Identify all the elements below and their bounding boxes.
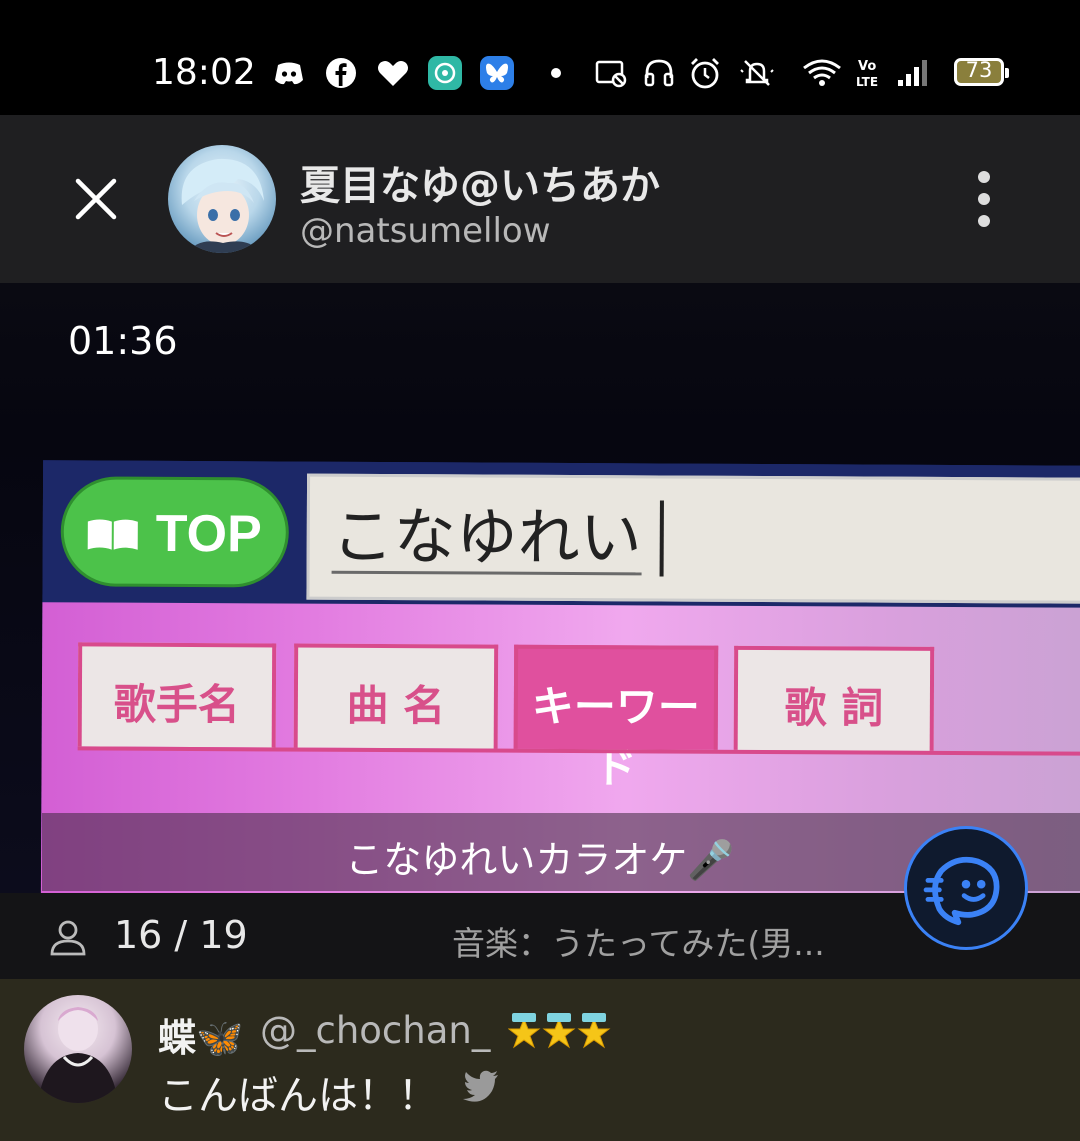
tab-label: 歌手名	[113, 679, 241, 730]
facebook-icon	[326, 58, 356, 88]
karaoke-tab-song: 曲 名	[293, 643, 499, 749]
svg-text:LTE: LTE	[856, 75, 878, 89]
karaoke-tab-artist: 歌手名	[77, 642, 277, 748]
commenter-handle: @_chochan_	[260, 1009, 491, 1052]
comment-item[interactable]: 蝶🦋 @_chochan_ こんばんは！！	[0, 979, 1080, 1141]
svg-text:Vo: Vo	[858, 59, 876, 74]
viewer-count: 16 / 19	[114, 913, 248, 957]
karaoke-search-row: TOP こなゆれい	[42, 460, 1080, 608]
karaoke-top-button: TOP	[60, 476, 290, 588]
karaoke-search-text: こなゆれい	[331, 499, 642, 576]
more-options-icon[interactable]	[964, 167, 1004, 231]
status-time: 18:02	[152, 52, 256, 93]
broadcast-timer: 01:36	[68, 319, 178, 363]
battery-icon: 73	[954, 58, 1009, 86]
bluesky-icon	[480, 56, 514, 90]
tab-label: キーワード	[531, 681, 701, 793]
close-button[interactable]	[70, 173, 122, 225]
live-video[interactable]: 01:36 TOP こなゆれい 歌手名 曲 名 キーワード 歌 詞 こなゆれいカ…	[0, 283, 1080, 893]
music-category[interactable]: 音楽：うたってみた(男...	[452, 917, 825, 965]
twitter-bird-icon	[463, 1070, 498, 1102]
dot-icon	[551, 68, 561, 78]
text-caret	[659, 500, 664, 577]
broadcaster-handle: @natsumellow	[300, 211, 551, 251]
comment-button[interactable]	[904, 826, 1028, 950]
broadcaster-avatar[interactable]	[168, 145, 276, 253]
supporter-stars-icon	[508, 1013, 611, 1049]
broadcaster-name: 夏目なゆ@いちあか	[300, 163, 660, 209]
commenter-name: 蝶🦋	[158, 1016, 244, 1060]
karaoke-search-field: こなゆれい	[306, 473, 1080, 604]
book-icon	[87, 519, 138, 550]
cast-icon	[595, 60, 627, 88]
mute-icon	[740, 60, 774, 86]
broadcast-header: 夏目なゆ@いちあか @natsumellow	[0, 115, 1080, 283]
heart-icon	[378, 61, 408, 86]
headset-icon	[644, 59, 674, 87]
wifi-icon	[803, 59, 841, 86]
person-icon	[50, 920, 86, 956]
volte-icon: Vo LTE	[856, 59, 878, 89]
tab-label: 歌 詞	[784, 683, 884, 733]
comment-text: こんばんは！！	[158, 1073, 438, 1119]
karaoke-tab-keyword: キーワード	[513, 644, 719, 792]
signal-icon	[898, 60, 927, 86]
teal-app-icon	[428, 56, 462, 90]
tab-label: 曲 名	[346, 680, 446, 731]
top-label: TOP	[155, 504, 262, 564]
status-bar: 18:02 Vo LTE 73	[0, 0, 1080, 115]
battery-level: 73	[965, 58, 993, 82]
chat-bubble-icon	[923, 856, 1000, 926]
commenter-avatar[interactable]	[24, 995, 132, 1103]
karaoke-tab-lyrics: 歌 詞	[733, 645, 935, 751]
discord-icon	[275, 62, 303, 85]
alarm-icon	[691, 58, 719, 89]
